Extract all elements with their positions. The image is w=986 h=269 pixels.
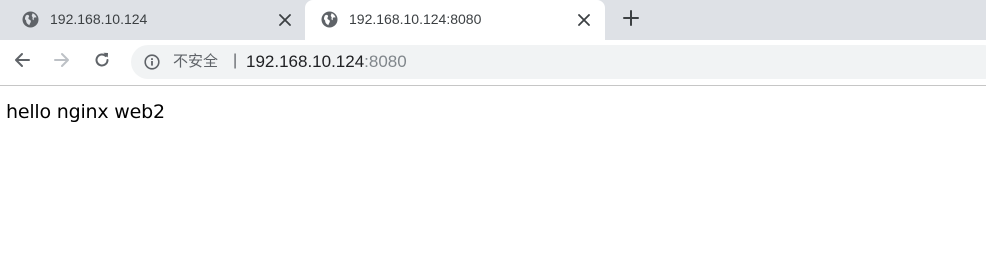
forward-button[interactable] — [50, 50, 74, 74]
globe-icon — [22, 11, 39, 28]
tab-192-168-10-124[interactable]: 192.168.10.124 — [6, 0, 302, 40]
browser-window: 192.168.10.124 192.168.10.124:8080 不安全 |… — [0, 0, 986, 269]
security-separator: | — [233, 52, 238, 69]
url-text[interactable]: 192.168.10.124:8080 — [246, 52, 407, 72]
plus-icon — [623, 9, 639, 31]
browser-toolbar: 不安全 | 192.168.10.124:8080 — [0, 40, 986, 86]
reload-button[interactable] — [90, 50, 114, 74]
arrow-right-icon — [53, 51, 71, 74]
address-bar[interactable]: 不安全 | 192.168.10.124:8080 — [131, 45, 986, 79]
info-icon[interactable] — [144, 54, 160, 70]
tab-strip: 192.168.10.124 192.168.10.124:8080 — [0, 0, 986, 40]
url-host: 192.168.10.124 — [246, 52, 365, 71]
page-body-text: hello nginx web2 — [6, 101, 165, 123]
page-content: hello nginx web2 — [0, 86, 986, 269]
tab-title: 192.168.10.124 — [50, 11, 148, 27]
close-icon[interactable] — [575, 11, 593, 29]
reload-icon — [93, 51, 111, 74]
arrow-left-icon — [13, 51, 31, 74]
globe-icon — [321, 11, 338, 28]
back-button[interactable] — [10, 50, 34, 74]
new-tab-button[interactable] — [618, 7, 644, 33]
tab-192-168-10-124-8080[interactable]: 192.168.10.124:8080 — [305, 0, 605, 40]
security-status-label[interactable]: 不安全 — [173, 53, 218, 71]
url-port: :8080 — [364, 52, 407, 71]
tab-title: 192.168.10.124:8080 — [349, 11, 482, 27]
close-icon[interactable] — [276, 11, 294, 29]
